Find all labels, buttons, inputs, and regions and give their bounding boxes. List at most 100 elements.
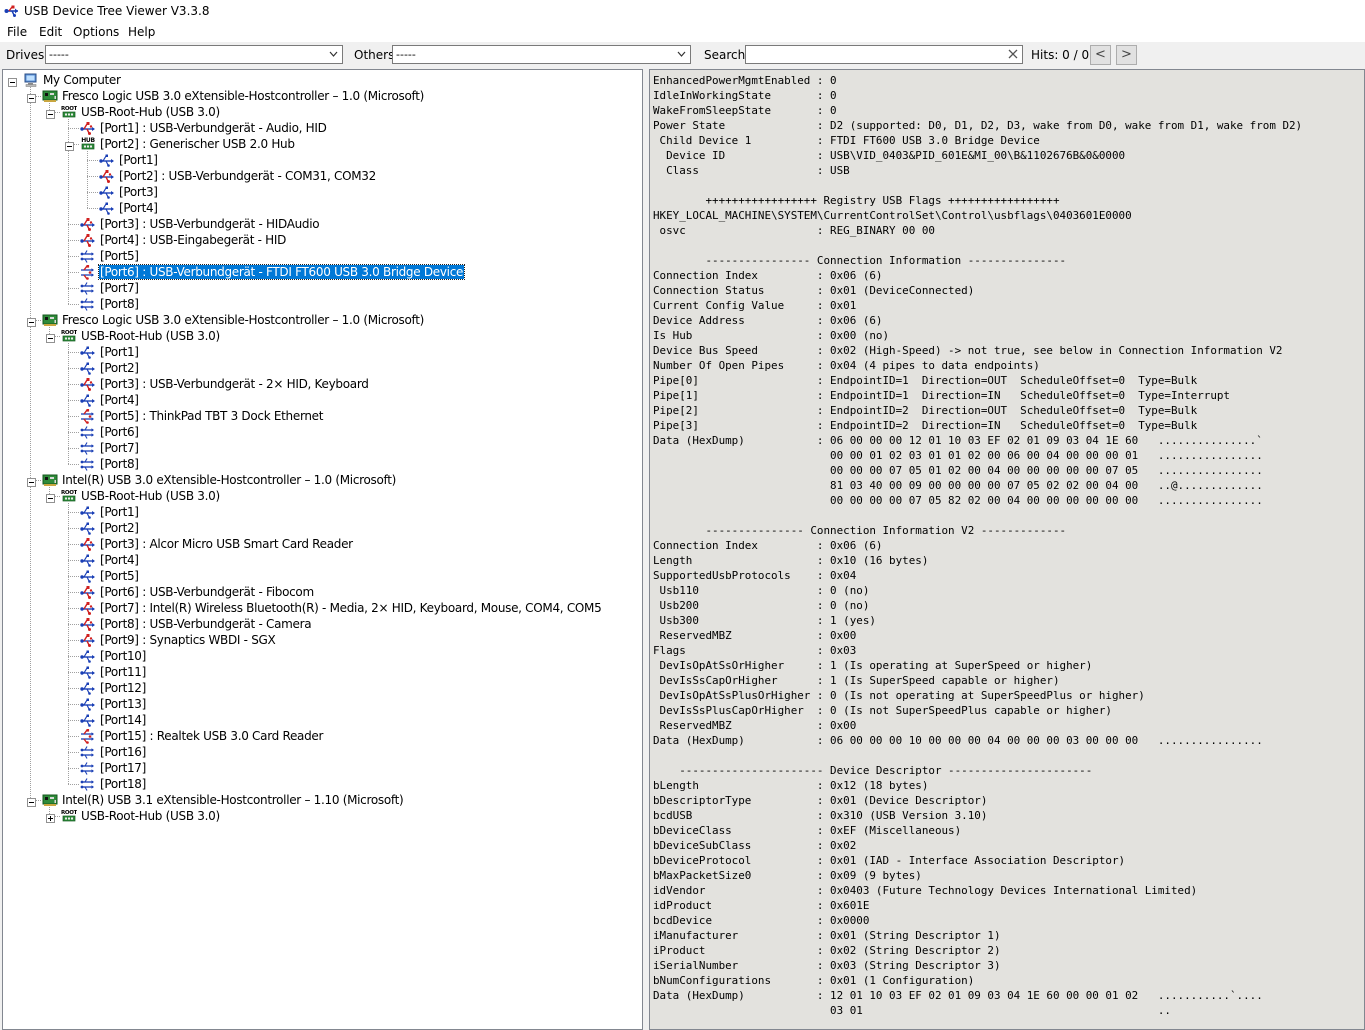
hits-counter: Hits: 0 / 0 xyxy=(1031,48,1090,62)
tree-node-label: [Port10] xyxy=(100,649,147,663)
menu-file[interactable]: File xyxy=(6,25,28,39)
detail-line: Data (HexDump) : 06 00 00 00 10 00 00 00… xyxy=(653,734,1263,747)
collapse-icon[interactable] xyxy=(27,316,36,327)
tree-node-label: USB-Root-Hub (USB 3.0) xyxy=(81,105,220,119)
detail-line xyxy=(653,238,1302,253)
drives-dropdown[interactable]: ----- xyxy=(45,45,343,64)
close-icon[interactable] xyxy=(1007,48,1019,60)
next-hit-button[interactable]: > xyxy=(1116,45,1137,65)
tree-connector-line xyxy=(68,272,79,273)
detail-line xyxy=(653,748,1302,763)
detail-line: bDescriptorType : 0x01 (Device Descripto… xyxy=(653,794,988,807)
tree-connector-line xyxy=(87,208,98,209)
detail-line: Usb200 : 0 (no) xyxy=(653,599,870,612)
detail-line: Class : USB xyxy=(653,164,850,177)
menu-options[interactable]: Options xyxy=(72,25,120,39)
tree-connector-line xyxy=(30,87,31,800)
detail-line: WakeFromSleepState : 0 xyxy=(653,104,837,117)
usb-port-icon xyxy=(80,696,96,712)
detail-line: DevIsOpAtSsOrHigher : 1 (Is operating at… xyxy=(653,659,1093,672)
detail-line: idVendor : 0x0403 (Future Technology Dev… xyxy=(653,884,1198,897)
tree-connector-line xyxy=(68,528,79,529)
tree-node-label: [Port8] : USB-Verbundgerät - Camera xyxy=(100,617,312,631)
collapse-icon[interactable] xyxy=(27,796,36,807)
usb-device-icon xyxy=(80,600,96,616)
usb3-port-icon xyxy=(80,744,96,760)
usb3-device-icon xyxy=(80,728,96,744)
drives-label: Drives: xyxy=(6,48,49,62)
tree-connector-line xyxy=(68,288,79,289)
tree-connector-line xyxy=(68,256,79,257)
device-details-pane[interactable]: EnhancedPowerMgmtEnabled : 0 IdleInWorkin… xyxy=(649,69,1365,1030)
tree-node-label: [Port4] xyxy=(100,393,139,407)
detail-line: EnhancedPowerMgmtEnabled : 0 xyxy=(653,74,837,87)
collapse-icon[interactable] xyxy=(46,332,55,343)
collapse-icon[interactable] xyxy=(27,92,36,103)
detail-line xyxy=(653,178,1302,193)
detail-line: 81 03 40 00 09 00 00 00 00 07 05 02 02 0… xyxy=(653,479,1263,492)
collapse-icon[interactable] xyxy=(8,76,17,87)
tree-connector-line xyxy=(68,240,79,241)
chevron-down-icon xyxy=(677,51,686,57)
detail-line: osvc : REG_BINARY 00 00 xyxy=(653,224,935,237)
detail-line: Is Hub : 0x00 (no) xyxy=(653,329,890,342)
detail-line: Pipe[1] : EndpointID=1 Direction=IN Sche… xyxy=(653,389,1230,402)
usb-device-icon xyxy=(80,120,96,136)
tree-node-label: My Computer xyxy=(43,73,121,87)
search-input[interactable] xyxy=(745,45,1023,64)
previous-hit-button[interactable]: < xyxy=(1090,45,1111,65)
tree-connector-line xyxy=(68,592,79,593)
svg-text:ROOT: ROOT xyxy=(61,330,77,336)
usb3-device-icon xyxy=(80,408,96,424)
usb-port-icon xyxy=(80,680,96,696)
tree-node-label: [Port1] xyxy=(100,345,139,359)
collapse-icon[interactable] xyxy=(65,140,74,151)
tree-connector-line xyxy=(68,576,79,577)
usb-device-icon xyxy=(80,216,96,232)
tree-connector-line xyxy=(68,720,79,721)
tree-node-label: [Port17] xyxy=(100,761,147,775)
tree-node-label: [Port4] : USB-Eingabegerät - HID xyxy=(100,233,287,247)
detail-line: 00 00 00 00 07 05 82 02 00 04 00 00 00 0… xyxy=(653,494,1263,507)
tree-node-label: [Port18] xyxy=(100,777,147,791)
usb3-port-icon xyxy=(80,424,96,440)
detail-line: bMaxPacketSize0 : 0x09 (9 bytes) xyxy=(653,869,922,882)
tree-node-label: [Port13] xyxy=(100,697,147,711)
tree-connector-line xyxy=(68,512,79,513)
detail-line: iProduct : 0x02 (String Descriptor 2) xyxy=(653,944,1001,957)
detail-line: Usb110 : 0 (no) xyxy=(653,584,870,597)
tree-connector-line xyxy=(68,736,79,737)
tree-node-label: Intel(R) USB 3.0 eXtensible-Hostcontroll… xyxy=(62,473,397,487)
detail-line: Data (HexDump) : 12 01 10 03 EF 02 01 09… xyxy=(653,989,1263,1002)
tree-node-label: [Port12] xyxy=(100,681,147,695)
device-tree[interactable]: My Computer Fresco Logic USB 3.0 eXtensib… xyxy=(2,69,643,1030)
tree-node-label: [Port2] xyxy=(100,521,139,535)
expand-icon[interactable] xyxy=(46,812,55,823)
detail-line: bcdDevice : 0x0000 xyxy=(653,914,870,927)
detail-line: iSerialNumber : 0x03 (String Descriptor … xyxy=(653,959,1001,972)
pci-card-icon xyxy=(42,88,58,104)
tree-connector-line xyxy=(68,464,79,465)
tree-connector-line xyxy=(87,160,98,161)
tree-node-label: [Port3] xyxy=(119,185,158,199)
collapse-icon[interactable] xyxy=(46,108,55,119)
others-dropdown[interactable]: ----- xyxy=(392,45,691,64)
detail-line: idProduct : 0x601E xyxy=(653,899,870,912)
detail-line: ReservedMBZ : 0x00 xyxy=(653,629,857,642)
usb-device-icon xyxy=(80,232,96,248)
menu-help[interactable]: Help xyxy=(127,25,156,39)
tree-connector-line xyxy=(68,503,69,784)
usb-app-icon xyxy=(4,5,18,17)
usb-device-icon xyxy=(80,376,96,392)
menu-edit[interactable]: Edit xyxy=(38,25,63,39)
tree-connector-line xyxy=(68,304,79,305)
collapse-icon[interactable] xyxy=(27,476,36,487)
detail-line: Power State : D2 (supported: D0, D1, D2,… xyxy=(653,119,1303,132)
tree-connector-line xyxy=(68,768,79,769)
detail-line: ---------------- Connection Information … xyxy=(653,254,1067,267)
pci-card-icon xyxy=(42,792,58,808)
tree-node-label: [Port1] xyxy=(100,505,139,519)
tree-node-label: [Port1] xyxy=(119,153,158,167)
collapse-icon[interactable] xyxy=(46,492,55,503)
detail-line: Length : 0x10 (16 bytes) xyxy=(653,554,929,567)
